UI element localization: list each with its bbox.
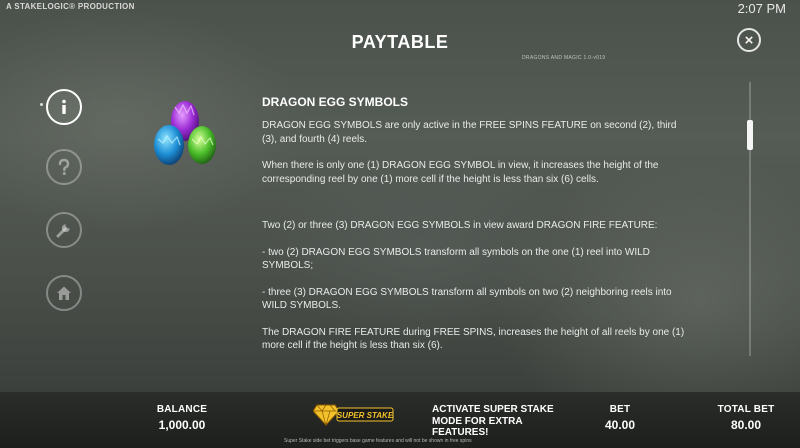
home-icon xyxy=(57,286,71,300)
bet-label: BET xyxy=(609,404,631,415)
paragraph: DRAGON EGG SYMBOLS are only active in th… xyxy=(262,120,677,145)
info-button[interactable] xyxy=(46,89,82,125)
paragraph: When there is only one (1) DRAGON EGG SY… xyxy=(262,160,659,185)
close-button[interactable]: × xyxy=(737,28,761,52)
scrollbar-thumb[interactable] xyxy=(747,120,753,150)
wrench-icon xyxy=(56,224,70,238)
super-stake-button[interactable]: SUPER STAKE xyxy=(313,401,395,427)
paragraph: - two (2) DRAGON EGG SYMBOLS transform a… xyxy=(262,246,650,272)
balance-value: 1,000.00 xyxy=(158,418,206,432)
dragon-eggs-icon xyxy=(154,101,216,165)
info-icon xyxy=(62,99,66,114)
super-stake-logo-text: SUPER STAKE xyxy=(337,411,394,420)
paytable-content: DRAGON EGG SYMBOLS DRAGON EGG SYMBOLS ar… xyxy=(262,95,694,353)
page-title: PAYTABLE xyxy=(351,32,449,52)
close-icon: × xyxy=(744,31,754,49)
super-stake-promo: ACTIVATE SUPER STAKE MODE FOR EXTRA FEAT… xyxy=(432,404,554,438)
paragraph: The DRAGON FIRE FEATURE during FREE SPIN… xyxy=(262,326,685,352)
question-icon xyxy=(58,158,70,175)
bet-display[interactable]: BET 40.00 xyxy=(590,404,650,432)
balance-label: BALANCE xyxy=(156,404,208,415)
total-bet-display: TOTAL BET 80.00 xyxy=(706,404,786,432)
brand-label: A STAKELOGIC® PRODUCTION xyxy=(6,2,135,11)
paragraph: Two (2) or three (3) DRAGON EGG SYMBOLS … xyxy=(262,220,658,231)
balance-display: BALANCE 1,000.00 xyxy=(140,404,224,432)
paragraph: - three (3) DRAGON EGG SYMBOLS transform… xyxy=(262,286,672,312)
total-bet-label: TOTAL BET xyxy=(717,404,775,415)
version-label: DRAGONS AND MAGIC 1.0-v019 xyxy=(522,55,606,61)
settings-button[interactable] xyxy=(46,212,82,248)
super-stake-note: Super Stake side bet triggers base game … xyxy=(284,438,472,444)
help-button[interactable] xyxy=(46,149,82,185)
bet-value: 40.00 xyxy=(604,418,636,432)
home-button[interactable] xyxy=(46,275,82,311)
active-marker xyxy=(40,103,43,106)
section-heading: DRAGON EGG SYMBOLS xyxy=(262,95,409,109)
total-bet-value: 80.00 xyxy=(730,418,762,432)
clock: 2:07 PM xyxy=(737,1,786,16)
